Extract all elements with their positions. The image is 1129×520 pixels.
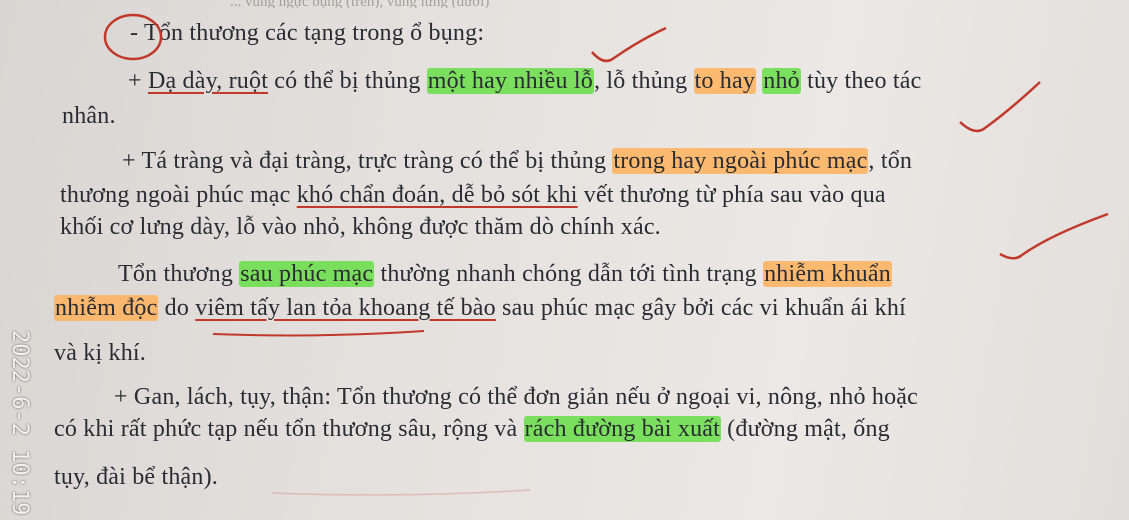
red-pen-annotations — [103, 13, 1109, 496]
document-page: ... vùng ngực bụng (trên), vùng lưng (dư… — [0, 0, 1129, 520]
check-mark — [959, 81, 1041, 133]
circle-mark — [103, 13, 163, 61]
underline-stroke — [271, 489, 531, 496]
underline-stroke — [212, 330, 425, 337]
date-stamp: 2022-6-2 10:19 — [7, 330, 32, 516]
check-mark — [591, 26, 667, 63]
check-mark — [999, 212, 1109, 260]
